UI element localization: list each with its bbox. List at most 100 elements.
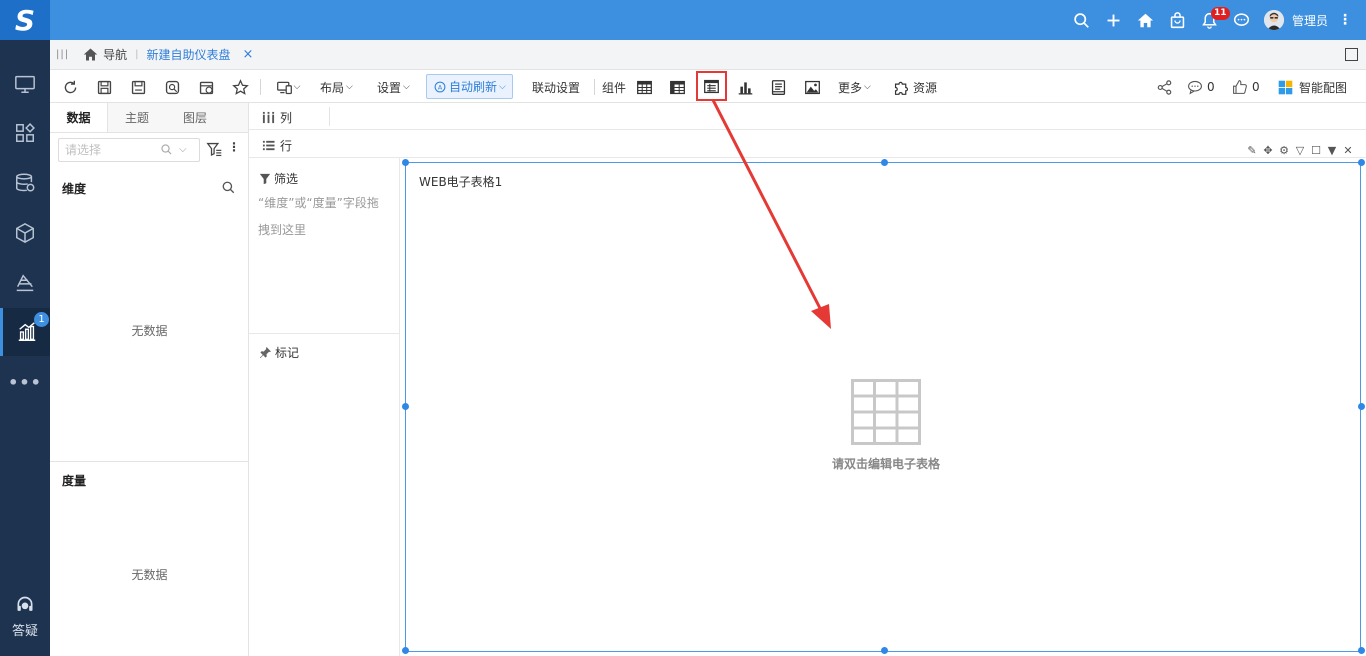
tab-bar: ||| 导航 | 新建自助仪表盘 × <box>50 40 1366 70</box>
mark-section[interactable]: 标记 <box>259 344 299 361</box>
user-name[interactable]: 管理员 <box>1292 12 1328 29</box>
analysis-icon[interactable] <box>0 259 50 307</box>
web-spreadsheet-widget[interactable]: ✎ ✥ ⚙ ▽ ☐ ▼ ✕ WEB电子表格1 请双击编辑电子表格 <box>402 144 1365 654</box>
filter-drop-zone[interactable]: “维度”或“度量”字段拖拽到这里 <box>258 190 388 244</box>
rows-shelf[interactable]: 行 <box>249 131 1366 158</box>
grip-icon[interactable]: ||| <box>56 49 69 60</box>
search-icon[interactable] <box>160 143 173 156</box>
dimension-title: 维度 <box>62 182 87 196</box>
chevron-down-icon[interactable]: ⌵ <box>179 144 187 155</box>
top-bar: S 11 管理员 ⋮ <box>0 0 1366 40</box>
settings-menu[interactable]: 设置 ⌵ <box>377 76 410 98</box>
database-icon[interactable] <box>0 159 50 207</box>
resize-handle[interactable] <box>402 159 409 166</box>
save-icon[interactable] <box>94 76 114 98</box>
resize-handle[interactable] <box>1358 159 1365 166</box>
likes-button[interactable]: 0 <box>1232 76 1260 98</box>
shelf-divider <box>329 107 330 126</box>
schedule-icon[interactable] <box>196 76 216 98</box>
filter-divider <box>249 333 400 334</box>
crosstab-component-icon[interactable] <box>667 76 687 98</box>
resize-handle[interactable] <box>1358 647 1365 654</box>
tab-active-dashboard[interactable]: 新建自助仪表盘 <box>147 46 231 63</box>
dimension-empty-text: 无数据 <box>131 324 168 338</box>
cube-icon[interactable] <box>0 209 50 257</box>
search-icon[interactable] <box>1066 0 1098 40</box>
filter-label: 筛选 <box>274 172 299 186</box>
tab-layers[interactable]: 图层 <box>166 103 224 132</box>
move-icon[interactable]: ✥ <box>1262 144 1274 157</box>
layout-label: 布局 <box>320 80 345 95</box>
link-settings-button[interactable]: 联动设置 <box>532 76 580 98</box>
dashboard-canvas[interactable]: ✎ ✥ ⚙ ▽ ☐ ▼ ✕ WEB电子表格1 请双击编辑电子表格 <box>400 144 1366 656</box>
comments-button[interactable]: 0 <box>1187 76 1215 98</box>
layout-menu[interactable]: 布局 ⌵ <box>320 76 353 98</box>
home-icon[interactable] <box>1130 0 1162 40</box>
maximize-icon[interactable] <box>1345 48 1358 61</box>
tab-theme[interactable]: 主题 <box>108 103 166 132</box>
filter-icon[interactable]: ▽ <box>1294 144 1306 157</box>
device-preview-dropdown[interactable]: ⌵ <box>272 76 304 98</box>
monitor-icon[interactable] <box>0 60 50 108</box>
bell-icon[interactable]: 11 <box>1194 0 1230 40</box>
help-button[interactable]: 答疑 <box>0 595 50 639</box>
smart-color-button[interactable]: 智能配图 <box>1277 76 1347 98</box>
panel-more-icon[interactable]: ⋮ <box>228 140 240 154</box>
apps-icon[interactable] <box>0 109 50 157</box>
smart-color-label: 智能配图 <box>1299 80 1348 95</box>
columns-shelf[interactable]: 列 <box>249 103 1366 130</box>
resize-handle[interactable] <box>402 647 409 654</box>
more-menu-icon[interactable]: ⋮ <box>1338 12 1352 28</box>
edit-icon[interactable]: ✎ <box>1246 144 1258 157</box>
filter-mark-panel: 筛选 “维度”或“度量”字段拖拽到这里 标记 <box>249 158 400 656</box>
tab-data[interactable]: 数据 <box>50 103 108 132</box>
image-component-icon[interactable] <box>802 76 822 98</box>
dashboard-icon[interactable]: 1 <box>0 308 50 356</box>
preview-icon[interactable] <box>162 76 182 98</box>
chat-icon[interactable] <box>1226 0 1258 40</box>
spreadsheet-placeholder-text[interactable]: 请双击编辑电子表格 <box>786 455 986 472</box>
table-component-icon[interactable] <box>634 76 654 98</box>
tab-close-icon[interactable]: × <box>243 47 254 62</box>
resources-button[interactable]: 资源 <box>893 76 937 98</box>
columns-icon <box>262 111 275 124</box>
toolbar: ⌵ 布局 ⌵ 设置 ⌵ A 自动刷新 ⌵ 联动设置 组件 更多 ⌵ 资源 0 0… <box>50 70 1366 103</box>
favorite-star-icon[interactable] <box>230 76 250 98</box>
filter-section: 筛选 <box>259 170 298 187</box>
resize-handle[interactable] <box>881 159 888 166</box>
gear-icon[interactable]: ⚙ <box>1278 144 1290 157</box>
filter-settings-icon[interactable] <box>206 141 223 158</box>
tab-home-label: 导航 <box>103 48 128 62</box>
spreadsheet-placeholder-icon <box>851 379 921 445</box>
search-icon[interactable] <box>221 180 236 195</box>
dataset-select-row: ⌵ ⋮ <box>58 138 244 162</box>
maximize-icon[interactable]: ☐ <box>1310 144 1322 157</box>
likes-count: 0 <box>1252 80 1260 94</box>
close-icon[interactable]: ✕ <box>1342 144 1354 157</box>
home-icon <box>83 48 98 61</box>
app-logo[interactable]: S <box>0 0 50 40</box>
refresh-icon[interactable] <box>60 76 80 98</box>
device-icon <box>276 81 292 94</box>
bar-chart-component-icon[interactable] <box>735 76 755 98</box>
text-component-icon[interactable] <box>768 76 788 98</box>
resize-handle[interactable] <box>881 647 888 654</box>
tab-home[interactable]: 导航 <box>83 46 127 63</box>
shopping-bag-icon[interactable] <box>1162 0 1194 40</box>
resize-handle[interactable] <box>402 403 409 410</box>
components-text: 组件 <box>602 80 627 95</box>
plus-icon[interactable] <box>1098 0 1130 40</box>
more-menu[interactable]: 更多 ⌵ <box>838 76 871 98</box>
avatar[interactable] <box>1263 10 1284 30</box>
save-as-icon[interactable] <box>128 76 148 98</box>
web-spreadsheet-component-icon[interactable] <box>696 71 727 101</box>
comments-count: 0 <box>1207 80 1215 94</box>
comment-icon <box>1188 80 1202 95</box>
auto-refresh-button[interactable]: A 自动刷新 ⌵ <box>426 74 513 99</box>
share-icon[interactable] <box>1154 76 1174 98</box>
resize-handle[interactable] <box>1358 403 1365 410</box>
components-label: 组件 <box>602 76 626 98</box>
chevron-down-icon: ⌵ <box>864 82 871 92</box>
dropdown-icon[interactable]: ▼ <box>1326 144 1338 157</box>
more-icon[interactable]: ••• <box>0 358 50 406</box>
